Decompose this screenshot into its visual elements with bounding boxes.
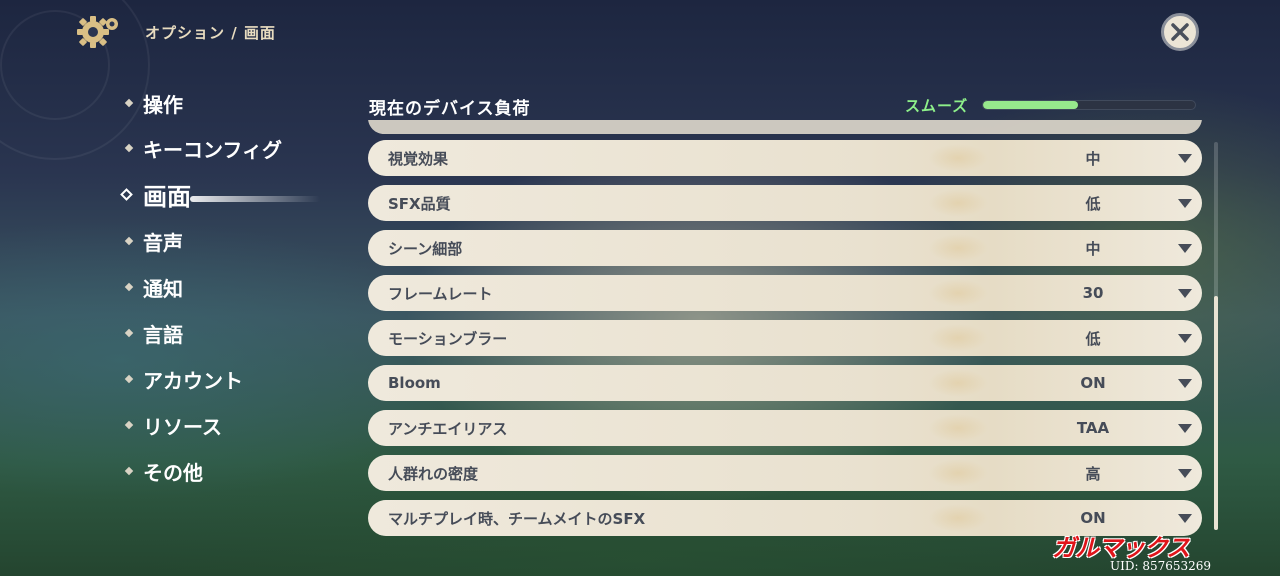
close-icon [1171, 23, 1189, 41]
setting-label: マルチプレイ時、チームメイトのSFX [388, 509, 646, 528]
sidebar-item-other[interactable]: その他 [124, 456, 203, 486]
setting-row-scene-detail[interactable]: シーン細部 中 [368, 230, 1202, 266]
setting-value: 中 [1085, 149, 1101, 168]
diamond-bullet-icon [124, 282, 134, 292]
setting-row-motion-blur[interactable]: モーションブラー 低 [368, 320, 1202, 356]
setting-label: フレームレート [388, 284, 493, 303]
sidebar-item-label: その他 [143, 460, 203, 485]
diamond-bullet-icon [124, 466, 134, 476]
setting-row-bloom[interactable]: Bloom ON [368, 365, 1202, 401]
player-uid: UID: 857653269 [1110, 559, 1212, 573]
breadcrumb: オプション / 画面 [145, 24, 276, 42]
dropdown-arrow-icon[interactable] [1178, 334, 1192, 343]
setting-value: 高 [1085, 464, 1101, 483]
diamond-bullet-icon [124, 236, 134, 246]
setting-value: TAA [1076, 419, 1110, 437]
sidebar-item-label: 言語 [143, 322, 183, 347]
setting-value: ON [1080, 374, 1106, 392]
dropdown-arrow-icon[interactable] [1178, 379, 1192, 388]
sidebar-item-label: リソース [143, 414, 222, 439]
active-item-glow [190, 196, 320, 202]
sidebar-item-audio[interactable]: 音声 [124, 226, 183, 256]
setting-value: ON [1080, 509, 1106, 527]
dropdown-arrow-icon[interactable] [1178, 514, 1192, 523]
sidebar-item-account[interactable]: アカウント [124, 364, 243, 394]
diamond-selected-icon [120, 187, 133, 201]
device-load-bar-fill [983, 101, 1079, 109]
setting-label: SFX品質 [388, 194, 451, 213]
sidebar-item-label: 音声 [143, 230, 183, 255]
sidebar-item-label: 操作 [143, 92, 183, 117]
sidebar-item-controls[interactable]: 操作 [124, 88, 183, 118]
device-load-bar [982, 100, 1196, 110]
diamond-bullet-icon [124, 328, 134, 338]
setting-value: 中 [1085, 239, 1101, 258]
diamond-bullet-icon [124, 98, 134, 108]
sidebar-item-key-config[interactable]: キーコンフィグ [124, 133, 282, 163]
setting-label: Bloom [388, 374, 441, 392]
diamond-bullet-icon [124, 420, 134, 430]
setting-row-anti-aliasing[interactable]: アンチエイリアス TAA [368, 410, 1202, 446]
sidebar-item-label: アカウント [143, 368, 243, 393]
partially-hidden-row [368, 120, 1202, 134]
setting-label: シーン細部 [388, 239, 463, 258]
setting-value: 低 [1085, 329, 1101, 348]
device-load-title: 現在のデバイス負荷 [369, 99, 531, 119]
dropdown-arrow-icon[interactable] [1178, 289, 1192, 298]
setting-row-sfx-quality[interactable]: SFX品質 低 [368, 185, 1202, 221]
settings-list: 視覚効果 中 SFX品質 低 シーン細部 中 フレームレート 30 モーションブ… [368, 120, 1204, 540]
diamond-bullet-icon [124, 374, 134, 384]
setting-label: モーションブラー [388, 329, 508, 348]
sidebar-item-language[interactable]: 言語 [124, 318, 183, 348]
sidebar-item-graphics[interactable]: 画面 [120, 179, 191, 211]
setting-row-frame-rate[interactable]: フレームレート 30 [368, 275, 1202, 311]
setting-label: 人群れの密度 [388, 464, 479, 483]
sidebar-item-label: 画面 [143, 182, 191, 211]
sidebar-item-label: キーコンフィグ [143, 137, 282, 162]
sidebar-item-label: 通知 [143, 276, 183, 301]
setting-row-crowd-density[interactable]: 人群れの密度 高 [368, 455, 1202, 491]
dropdown-arrow-icon[interactable] [1178, 424, 1192, 433]
setting-value: 低 [1085, 194, 1101, 213]
gear-icon [76, 12, 122, 52]
scrollbar-thumb[interactable] [1214, 296, 1218, 530]
close-button[interactable] [1161, 13, 1199, 51]
sidebar-item-notifications[interactable]: 通知 [124, 272, 183, 302]
setting-label: 視覚効果 [388, 149, 449, 168]
setting-label: アンチエイリアス [388, 419, 508, 438]
diamond-bullet-icon [124, 143, 134, 153]
device-load-status: スムーズ [905, 97, 969, 115]
dropdown-arrow-icon[interactable] [1178, 244, 1192, 253]
dropdown-arrow-icon[interactable] [1178, 199, 1192, 208]
dropdown-arrow-icon[interactable] [1178, 154, 1192, 163]
watermark-logo: ガルマックス [1052, 534, 1190, 562]
setting-value: 30 [1082, 284, 1104, 302]
dropdown-arrow-icon[interactable] [1178, 469, 1192, 478]
setting-row-visual-effects[interactable]: 視覚効果 中 [368, 140, 1202, 176]
sidebar-item-resources[interactable]: リソース [124, 410, 222, 440]
